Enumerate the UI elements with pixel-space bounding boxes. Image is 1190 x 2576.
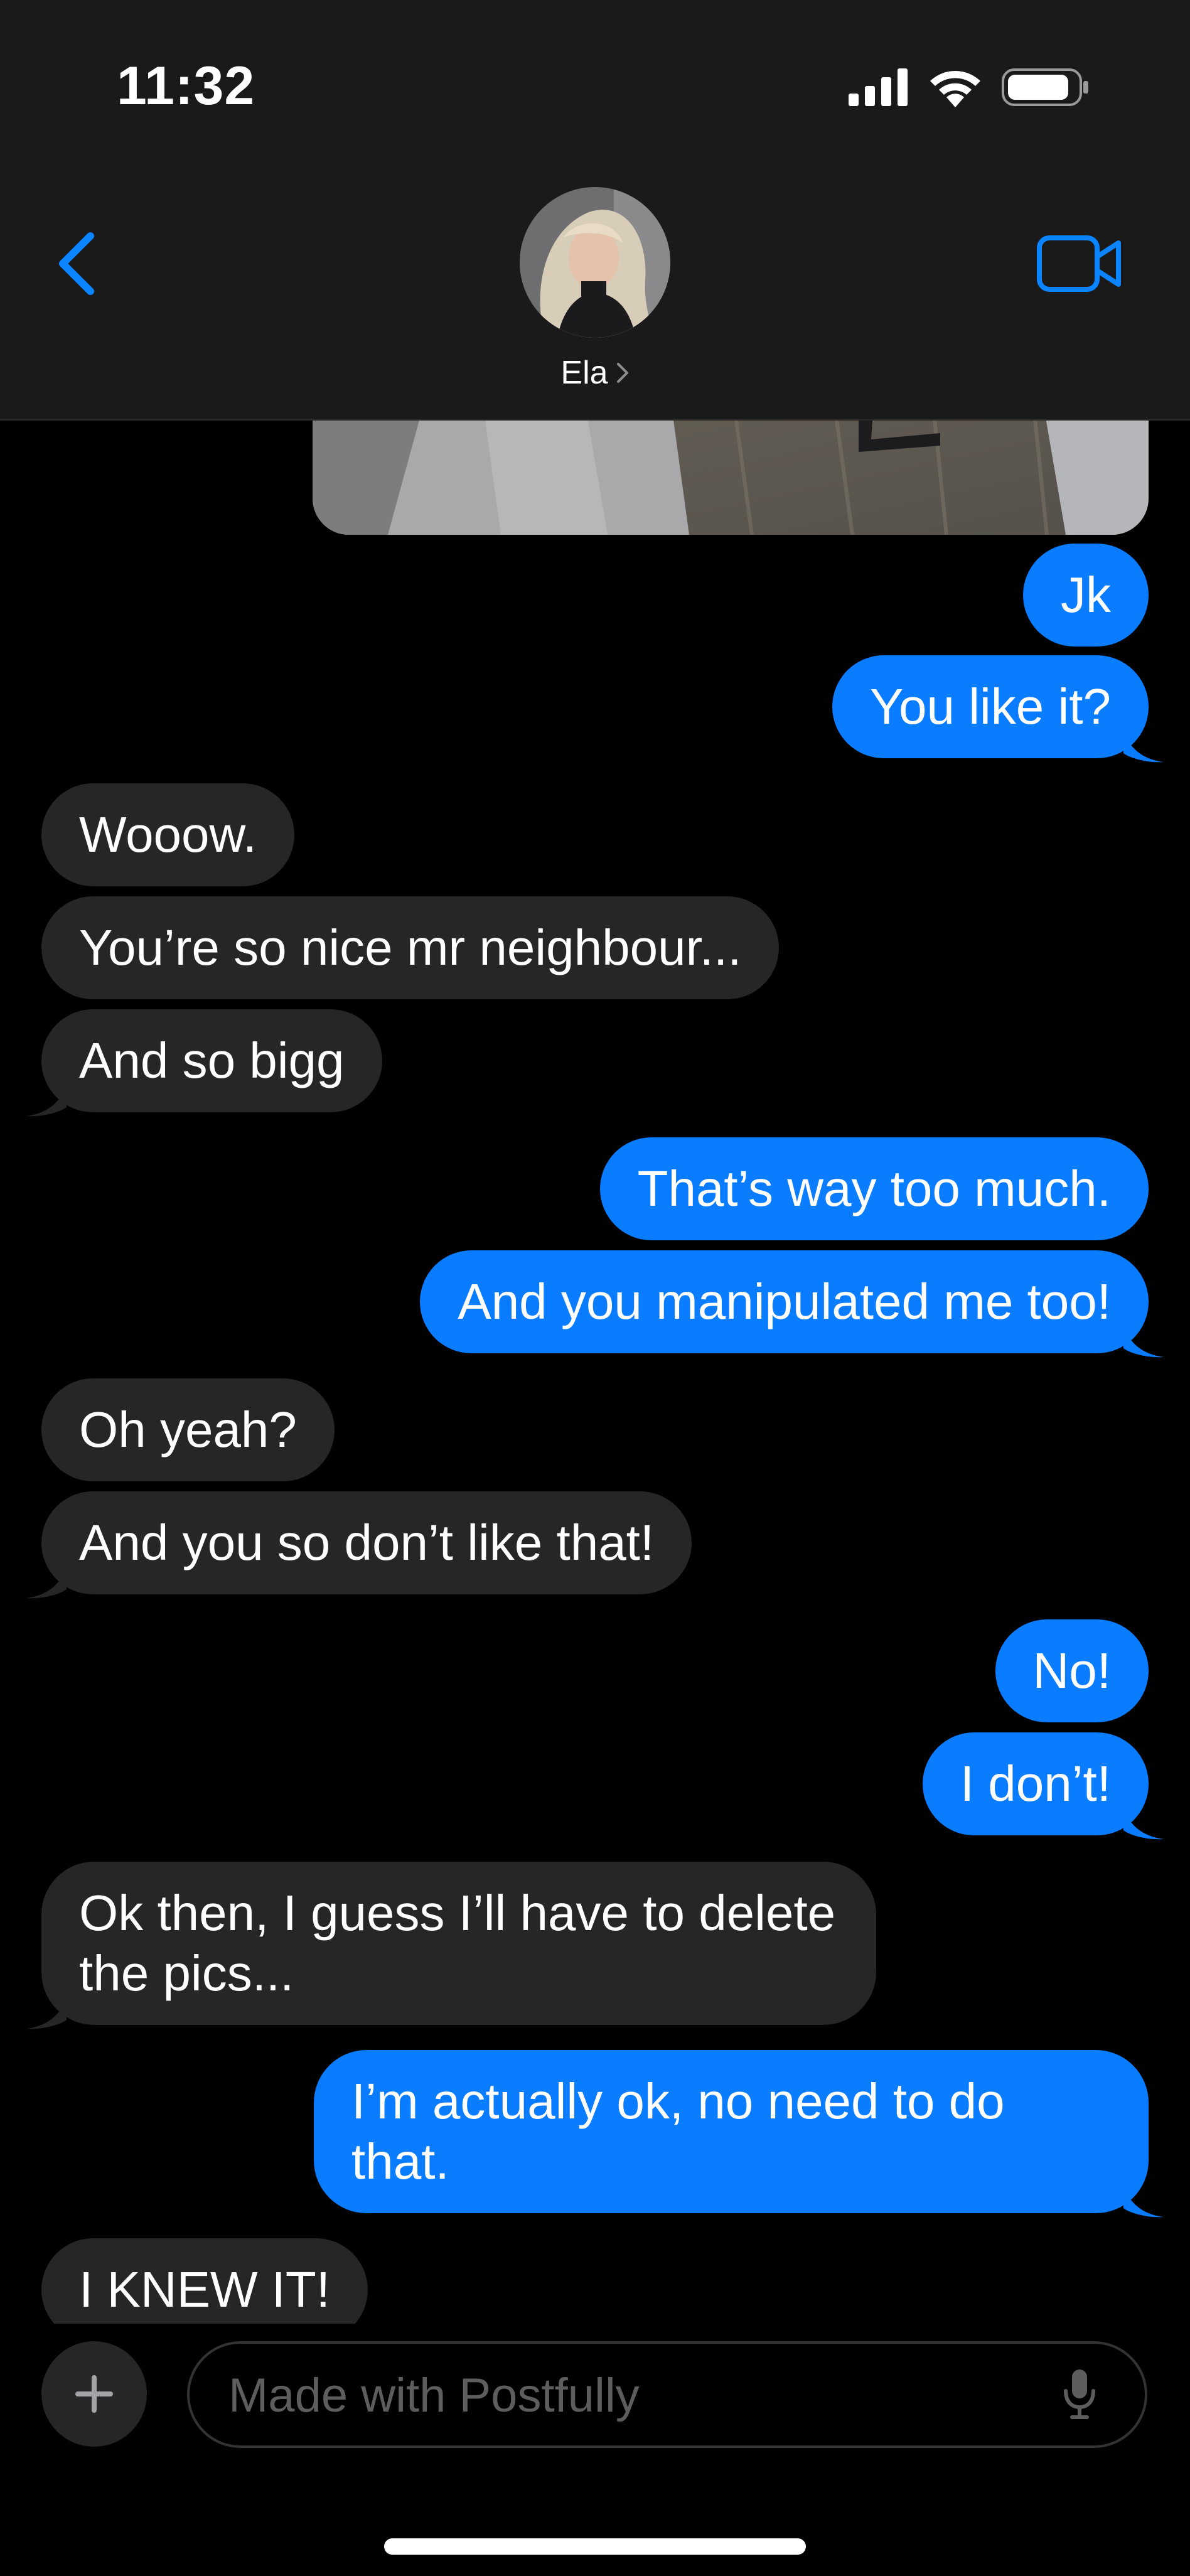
message-text: And you so don’t like that! bbox=[79, 1515, 655, 1570]
sent-message[interactable]: I don’t! bbox=[922, 1732, 1149, 1835]
received-message[interactable]: Oh yeah? bbox=[41, 1378, 335, 1481]
message-input-container bbox=[187, 2341, 1147, 2448]
message-text: That’s way too much. bbox=[637, 1161, 1111, 1216]
received-message[interactable]: Wooow. bbox=[41, 783, 295, 886]
message-text: And you manipulated me too! bbox=[458, 1274, 1111, 1329]
received-message[interactable]: I KNEW IT! bbox=[41, 2238, 368, 2324]
contact-name: Ela bbox=[560, 355, 608, 391]
microphone-icon bbox=[1064, 2369, 1095, 2419]
message-text: You’re so nice mr neighbour... bbox=[79, 920, 742, 975]
sent-message[interactable]: No! bbox=[995, 1619, 1149, 1722]
plus-icon bbox=[75, 2375, 113, 2413]
sent-message[interactable]: That’s way too much. bbox=[599, 1137, 1149, 1240]
dictation-button[interactable] bbox=[1054, 2366, 1105, 2423]
battery-icon bbox=[1002, 68, 1088, 106]
sent-message[interactable]: You like it? bbox=[832, 655, 1149, 758]
message-text: I don’t! bbox=[960, 1756, 1111, 1811]
message-text: Oh yeah? bbox=[79, 1402, 297, 1457]
status-time: 11:32 bbox=[117, 56, 255, 116]
sent-message[interactable]: Jk bbox=[1023, 544, 1149, 647]
message-text: Ok then, I guess I’ll have to delete the… bbox=[79, 1885, 836, 2001]
received-message[interactable]: You’re so nice mr neighbour... bbox=[41, 896, 780, 999]
wifi-icon bbox=[930, 71, 980, 107]
contact-avatar[interactable] bbox=[520, 187, 670, 338]
home-indicator[interactable] bbox=[384, 2538, 806, 2555]
conversation-header: 11:32 Ela bbox=[0, 0, 1190, 421]
chevron-left-icon bbox=[59, 232, 94, 295]
received-message[interactable]: And you so don’t like that! bbox=[41, 1491, 692, 1594]
received-message[interactable]: And so bigg bbox=[41, 1009, 382, 1112]
sent-message[interactable]: I’m actually ok, no need to do that. bbox=[314, 2050, 1149, 2213]
back-button[interactable] bbox=[45, 226, 108, 301]
add-attachment-button[interactable] bbox=[41, 2341, 147, 2447]
sent-message[interactable]: And you manipulated me too! bbox=[420, 1250, 1149, 1353]
signal-icon bbox=[849, 68, 908, 106]
video-camera-icon bbox=[1037, 235, 1121, 292]
message-text: Jk bbox=[1061, 567, 1111, 623]
message-text: I KNEW IT! bbox=[79, 2262, 330, 2317]
message-text: You like it? bbox=[870, 679, 1111, 734]
message-text: Wooow. bbox=[79, 807, 257, 862]
received-message[interactable]: Ok then, I guess I’ll have to delete the… bbox=[41, 1862, 876, 2025]
video-call-button[interactable] bbox=[1029, 226, 1130, 301]
message-text: I’m actually ok, no need to do that. bbox=[351, 2073, 1005, 2189]
status-icons bbox=[849, 65, 1090, 109]
message-input[interactable] bbox=[227, 2344, 1021, 2447]
message-text: No! bbox=[1032, 1643, 1112, 1699]
chevron-right-icon bbox=[616, 363, 628, 383]
contact-name-button[interactable]: Ela bbox=[0, 354, 1190, 392]
message-text: And so bigg bbox=[79, 1033, 345, 1088]
